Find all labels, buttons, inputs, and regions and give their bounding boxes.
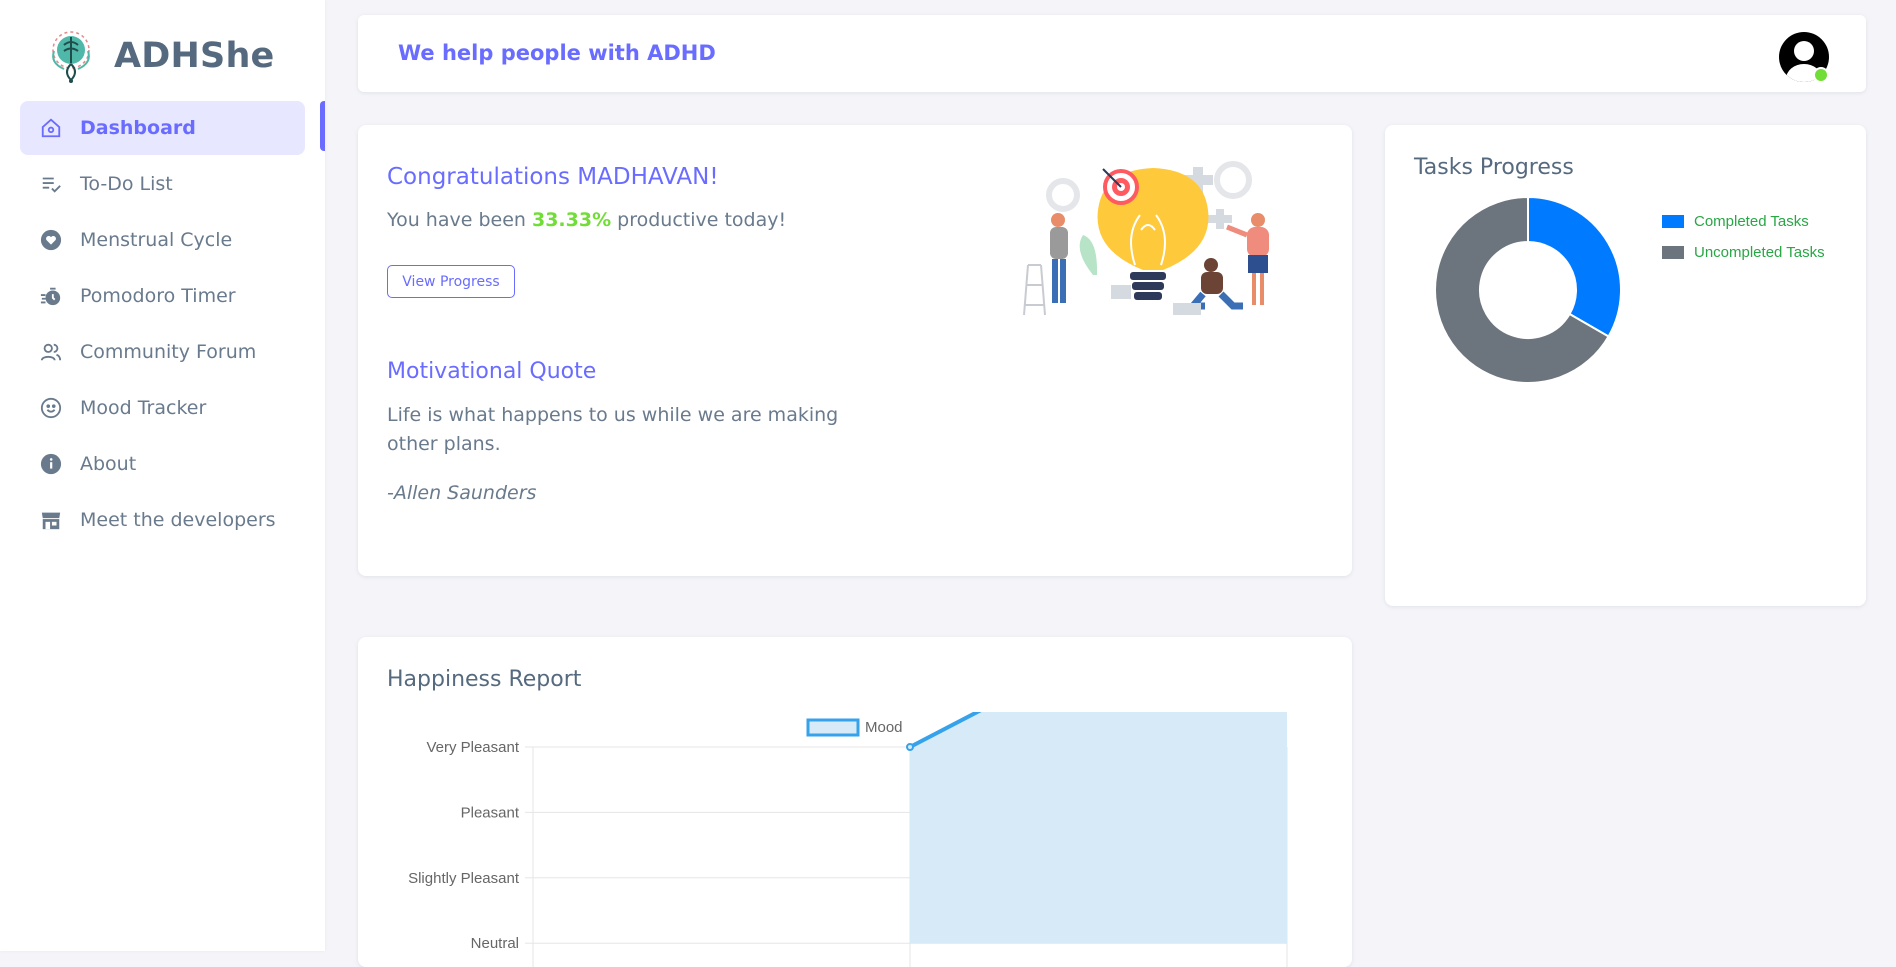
sidebar-item-label: Menstrual Cycle — [80, 229, 233, 251]
heart-icon — [40, 229, 62, 251]
brand-name: ADHShe — [114, 36, 275, 76]
happiness-report-title: Happiness Report — [387, 667, 582, 692]
productivity-text: You have been 33.33% productive today! — [387, 209, 786, 231]
donut-slice-completed-tasks[interactable] — [1527, 195, 1622, 338]
sidebar-item-label: Mood Tracker — [80, 397, 207, 419]
tasks-legend: Completed Tasks Uncompleted Tasks — [1662, 213, 1825, 275]
productivity-prefix: You have been — [387, 209, 532, 231]
legend-swatch-mood[interactable] — [806, 718, 860, 737]
stopwatch-icon — [40, 285, 62, 307]
tasks-donut-chart — [1434, 195, 1622, 384]
legend-entry[interactable]: Completed Tasks — [1662, 213, 1825, 230]
sidebar-item-label: Community Forum — [80, 341, 257, 363]
sidebar-item-todo[interactable]: To-Do List — [20, 157, 305, 211]
sidebar-item-label: Dashboard — [80, 117, 196, 139]
sidebar-item-community-forum[interactable]: Community Forum — [20, 325, 305, 379]
users-icon — [40, 341, 62, 363]
congrats-heading: Congratulations MADHAVAN! — [387, 164, 719, 190]
legend-label: Completed Tasks — [1694, 213, 1809, 230]
info-icon — [40, 453, 62, 475]
avatar-head-shape — [1794, 41, 1814, 61]
legend-label: Uncompleted Tasks — [1694, 244, 1825, 261]
lightbulb-team-illustration — [1023, 161, 1269, 316]
sidebar-item-menstrual-cycle[interactable]: Menstrual Cycle — [20, 213, 305, 267]
sidebar-item-label: About — [80, 453, 137, 475]
legend-entry[interactable]: Uncompleted Tasks — [1662, 244, 1825, 261]
motivational-quote-heading: Motivational Quote — [387, 359, 597, 384]
sidebar-item-label: Meet the developers — [80, 509, 276, 531]
sidebar-item-about[interactable]: About — [20, 437, 305, 491]
mood-data-point[interactable] — [906, 743, 914, 751]
sidebar-item-dashboard[interactable]: Dashboard — [20, 101, 305, 155]
checklist-icon — [40, 173, 62, 195]
productivity-value: 33.33% — [531, 209, 612, 231]
sidebar: ADHShe Dashboard To-Do List Menstrual Cy… — [0, 0, 325, 951]
navbar-title: We help people with ADHD — [398, 41, 716, 65]
brain-logo-icon — [52, 31, 90, 83]
sidebar-item-mood-tracker[interactable]: Mood Tracker — [20, 381, 305, 435]
sidebar-item-pomodoro[interactable]: Pomodoro Timer — [20, 269, 305, 323]
y-tick-label: Neutral — [471, 935, 519, 952]
legend-swatch — [1662, 215, 1684, 228]
top-navbar: We help people with ADHD — [358, 15, 1866, 92]
tasks-progress-title: Tasks Progress — [1414, 155, 1574, 180]
home-icon — [40, 117, 62, 139]
y-tick-label: Very Pleasant — [426, 739, 519, 756]
quote-author: -Allen Saunders — [387, 482, 537, 504]
happiness-report-card: Happiness Report Mood Neutral Slightly Ple… — [358, 637, 1352, 967]
tasks-progress-card: Tasks Progress Completed Tasks Uncomplete… — [1385, 125, 1866, 606]
productivity-suffix: productive today! — [611, 209, 787, 231]
smile-icon — [40, 397, 62, 419]
welcome-card: Congratulations MADHAVAN! You have been … — [358, 125, 1352, 576]
happiness-line-chart: Mood Neutral Slightly Pleasant Pleasant Very… — [408, 712, 1288, 967]
quote-text: Life is what happens to us while we are … — [387, 404, 839, 455]
mood-area-fill — [910, 712, 1287, 944]
active-indicator — [320, 101, 325, 151]
y-tick-label: Pleasant — [461, 804, 520, 821]
store-icon — [40, 509, 62, 531]
sidebar-menu: Dashboard To-Do List Menstrual Cycle Pom… — [20, 101, 305, 549]
sidebar-item-label: Pomodoro Timer — [80, 285, 236, 307]
y-tick-label: Slightly Pleasant — [408, 870, 520, 887]
sidebar-item-label: To-Do List — [80, 173, 173, 195]
brand[interactable]: ADHShe — [42, 26, 275, 86]
legend-swatch — [1662, 246, 1684, 259]
legend-label-mood[interactable]: Mood — [865, 719, 903, 736]
sidebar-item-meet-developers[interactable]: Meet the developers — [20, 493, 305, 547]
view-progress-button[interactable]: View Progress — [387, 265, 515, 298]
online-status-dot — [1813, 67, 1829, 83]
